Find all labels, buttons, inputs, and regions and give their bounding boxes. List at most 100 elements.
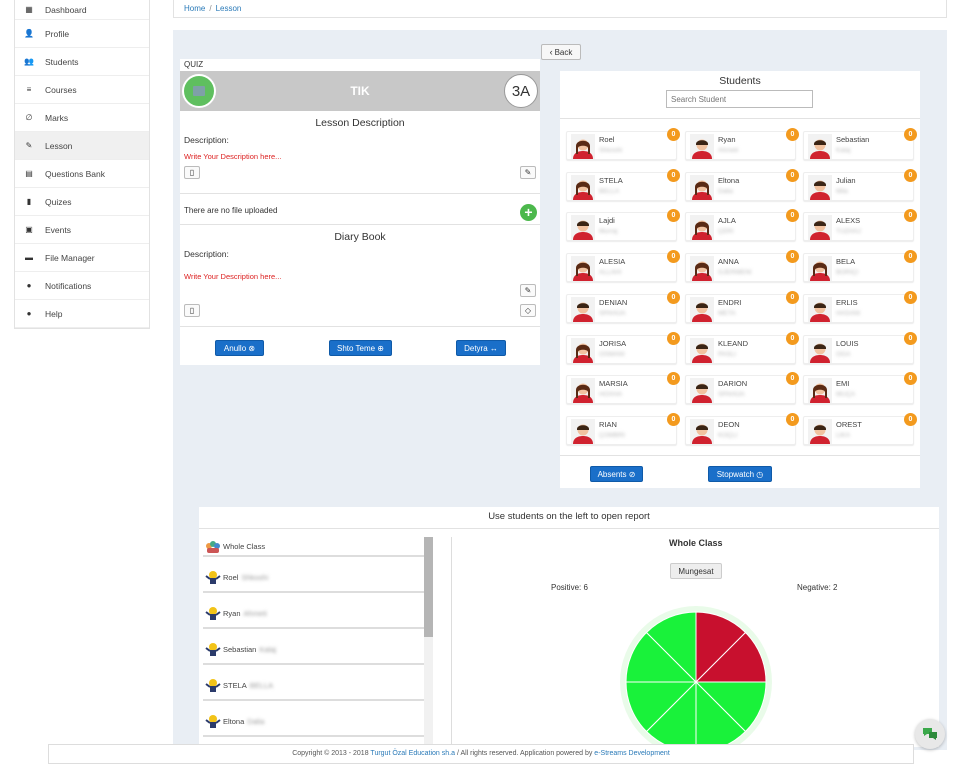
sidebar-item-students[interactable]: 👥 Students [15, 48, 149, 76]
student-last-name: LIKA [836, 431, 851, 439]
footer-developer-link[interactable]: e-Streams Development [594, 750, 669, 757]
sidebar-item-events[interactable]: ▣ Events [15, 216, 149, 244]
student-card[interactable]: RIAN ÇOMBRI 0 [566, 412, 680, 445]
student-card[interactable]: DARION SPAHIJA 0 [685, 372, 799, 405]
student-points-badge: 0 [667, 128, 680, 141]
report-item-student[interactable]: STELA BELLA [203, 671, 424, 701]
chart-title: Whole Class [669, 538, 723, 548]
search-student-input[interactable] [666, 90, 813, 108]
add-file-button[interactable]: + [520, 204, 537, 221]
student-card[interactable]: Ryan Ahmeti 0 [685, 128, 799, 160]
student-mascot-icon [205, 607, 221, 620]
report-list-scrollbar[interactable] [424, 537, 433, 747]
pencil-icon: ✎ [524, 286, 532, 295]
student-card[interactable]: AJLA ÇERI 0 [685, 209, 799, 242]
sidebar-item-help[interactable]: ● Help [15, 300, 149, 328]
scrollbar-thumb[interactable] [424, 537, 433, 637]
student-points-badge: 0 [786, 372, 799, 386]
sidebar-item-marks[interactable]: ∅ Marks [15, 104, 149, 132]
description-placeholder[interactable]: Write Your Description here... [180, 152, 540, 161]
edit-description-button[interactable]: ✎ [520, 166, 536, 179]
edit-diary-button[interactable]: ✎ [520, 284, 536, 297]
sidebar-item-dashboard[interactable]: ▦ Dashboard [15, 0, 149, 20]
lesson-description-title: Lesson Description [315, 117, 405, 129]
sidebar-item-lesson[interactable]: ✎ Lesson [15, 132, 149, 160]
erase-diary-button[interactable]: ◇ [520, 304, 536, 317]
diary-description-placeholder[interactable]: Write Your Description here... [180, 272, 281, 281]
sidebar-item-profile[interactable]: 👤 Profile [15, 20, 149, 48]
phone-button[interactable]: ▯ [184, 166, 200, 179]
report-item-student[interactable]: Roel Shkoshi [203, 563, 424, 593]
sidebar-item-quizes[interactable]: ▮ Quizes [15, 188, 149, 216]
breadcrumb-current[interactable]: Lesson [216, 4, 242, 13]
student-first-name: Roel [599, 135, 615, 144]
pencil-icon: ✎ [524, 168, 532, 177]
users-icon: 👥 [24, 57, 34, 66]
student-card[interactable]: Sebastian Kalaj 0 [803, 128, 917, 160]
student-card[interactable]: ALEXS TUZHAJ 0 [803, 209, 917, 242]
report-item-student[interactable]: Ryan Ahmeti [203, 599, 424, 629]
student-first-name: Sebastian [836, 135, 870, 144]
student-card[interactable]: KLEAND PASLI 0 [685, 331, 799, 364]
report-student-last: Ahmeti [243, 608, 267, 618]
student-first-name: JORISA [599, 338, 627, 348]
student-card[interactable]: Roel Shkoshi 0 [566, 128, 680, 160]
student-first-name: Julian [836, 175, 856, 185]
student-last-name: KOÇLI [718, 431, 738, 439]
student-card[interactable]: ENDRI META 0 [685, 290, 799, 323]
breadcrumb: Home / Lesson [173, 0, 947, 18]
student-card[interactable]: JORISA OSMANI 0 [566, 331, 680, 364]
student-card[interactable]: Eltona Dalia 0 [685, 168, 799, 201]
breadcrumb-home-link[interactable]: Home [184, 4, 205, 13]
chat-icon [923, 728, 937, 740]
student-last-name: BELLA [599, 187, 620, 195]
student-card[interactable]: ANNA GJERMENI 0 [685, 250, 799, 283]
phone-button[interactable]: ▯ [184, 304, 200, 317]
chat-button[interactable] [915, 719, 945, 749]
student-card[interactable]: OREST LIKA 0 [803, 412, 917, 445]
report-student-first: Eltona [223, 716, 245, 726]
anullo-button[interactable]: Anullo ⊗ [215, 340, 264, 356]
report-item-student[interactable]: Sebastian Kalaj [203, 635, 424, 665]
sidebar-item-notifications[interactable]: ● Notifications [15, 272, 149, 300]
stopwatch-button[interactable]: Stopwatch ◷ [708, 466, 772, 482]
footer-company-link[interactable]: Turgut Özal Education sh.a [370, 750, 455, 757]
chevron-left-icon: ‹ [549, 47, 553, 57]
student-points-badge: 0 [904, 168, 917, 182]
sidebar-item-label: Quizes [45, 196, 72, 207]
report-item-whole-class[interactable]: Whole Class [203, 537, 424, 557]
student-last-name: Shkoshi [599, 147, 623, 154]
student-last-name: SPAHIJA [718, 391, 745, 399]
student-card[interactable]: Julian Mila 0 [803, 168, 917, 201]
mungesat-button[interactable]: Mungesat [670, 563, 722, 579]
dashboard-icon: ▦ [25, 5, 33, 14]
absents-button[interactable]: Absents ⊘ [590, 466, 643, 482]
detyra-button[interactable]: Detyra ↔ [456, 340, 506, 356]
sidebar-item-file-manager[interactable]: ▬ File Manager [15, 244, 149, 272]
student-card[interactable]: BELA BORIÇI 0 [803, 250, 917, 283]
sidebar-item-label: Dashboard [45, 4, 87, 15]
student-card[interactable]: LOUIS OGA 0 [803, 331, 917, 364]
book-icon: ▮ [26, 197, 32, 206]
student-points-badge: 0 [786, 331, 799, 345]
student-card[interactable]: EMI MUÇA 0 [803, 372, 917, 405]
student-first-name: ANNA [718, 257, 739, 267]
report-item-student[interactable]: Eltona Dalia [203, 707, 424, 737]
lesson-image[interactable] [182, 74, 216, 108]
group-icon [206, 541, 220, 553]
sidebar-item-questions-bank[interactable]: ▤ Questions Bank [15, 160, 149, 188]
student-avatar [808, 256, 832, 282]
student-card[interactable]: DENIAN SPAHIJA 0 [566, 290, 680, 323]
student-last-name: OSMANI [599, 350, 625, 358]
student-card[interactable]: Lajdi Murraj 0 [566, 209, 680, 242]
student-card[interactable]: ALESIA ALLAHI 0 [566, 250, 680, 283]
shto-teme-button[interactable]: Shto Teme ⊕ [329, 340, 392, 356]
student-card[interactable]: DEON KOÇLI 0 [685, 412, 799, 445]
back-button[interactable]: ‹ Back [541, 44, 581, 60]
student-last-name: Kalaj [836, 147, 851, 154]
student-card[interactable]: MARSIA HOXHA 0 [566, 372, 680, 405]
student-first-name: EMI [836, 379, 850, 389]
student-card[interactable]: ERLIS HASANI 0 [803, 290, 917, 323]
student-card[interactable]: STELA BELLA 0 [566, 168, 680, 201]
sidebar-item-courses[interactable]: ≡ Courses [15, 76, 149, 104]
